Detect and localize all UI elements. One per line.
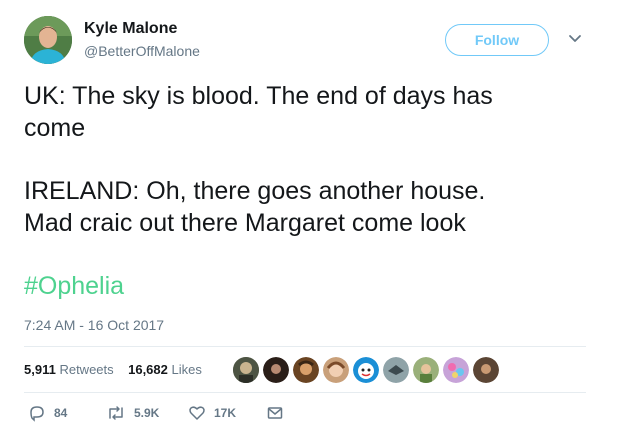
author-name[interactable]: Kyle Malone [84, 20, 177, 38]
reply-icon [30, 406, 44, 422]
divider [24, 346, 586, 347]
tweet-line: Mad craic out there Margaret come look [24, 209, 466, 237]
retweet-icon [109, 406, 123, 420]
engagement-stats: 5,911 Retweets 16,682 Likes [24, 362, 202, 377]
tweet-line: IRELAND: Oh, there goes another house. [24, 177, 486, 205]
envelope-icon [267, 407, 283, 419]
likes-stat[interactable]: 16,682 Likes [128, 362, 202, 377]
retweet-count: 5.9K [134, 406, 160, 420]
reply-count: 84 [54, 406, 68, 420]
avatar[interactable] [412, 356, 440, 384]
like-count: 17K [214, 406, 237, 420]
avatar[interactable] [262, 356, 290, 384]
tweet-actions: 84 5.9K 17K [24, 404, 324, 428]
avatar[interactable] [232, 356, 260, 384]
tweet-text: UK: The sky is blood. The end of days ha… [24, 80, 594, 239]
avatar[interactable] [322, 356, 350, 384]
reply-button[interactable]: 84 [28, 404, 67, 422]
heart-icon [189, 406, 205, 420]
avatar[interactable] [352, 356, 380, 384]
hashtag-link[interactable]: #Ophelia [24, 272, 124, 301]
divider [24, 392, 586, 393]
avatar[interactable] [442, 356, 470, 384]
tweet-line: come [24, 114, 86, 142]
avatar[interactable] [292, 356, 320, 384]
direct-message-button[interactable] [266, 404, 284, 422]
tweet-timestamp[interactable]: 7:24 AM - 16 Oct 2017 [24, 317, 164, 333]
chevron-down-icon[interactable] [566, 32, 584, 46]
avatar[interactable] [382, 356, 410, 384]
retweet-button[interactable]: 5.9K [106, 404, 159, 422]
tweet-line: UK: The sky is blood. The end of days ha… [24, 82, 493, 110]
like-button[interactable]: 17K [188, 404, 236, 422]
retweets-stat[interactable]: 5,911 Retweets [24, 362, 114, 377]
author-handle[interactable]: @BetterOffMalone [84, 43, 200, 59]
author-avatar[interactable] [24, 16, 72, 64]
avatar[interactable] [472, 356, 500, 384]
follow-button[interactable]: Follow [445, 24, 549, 56]
